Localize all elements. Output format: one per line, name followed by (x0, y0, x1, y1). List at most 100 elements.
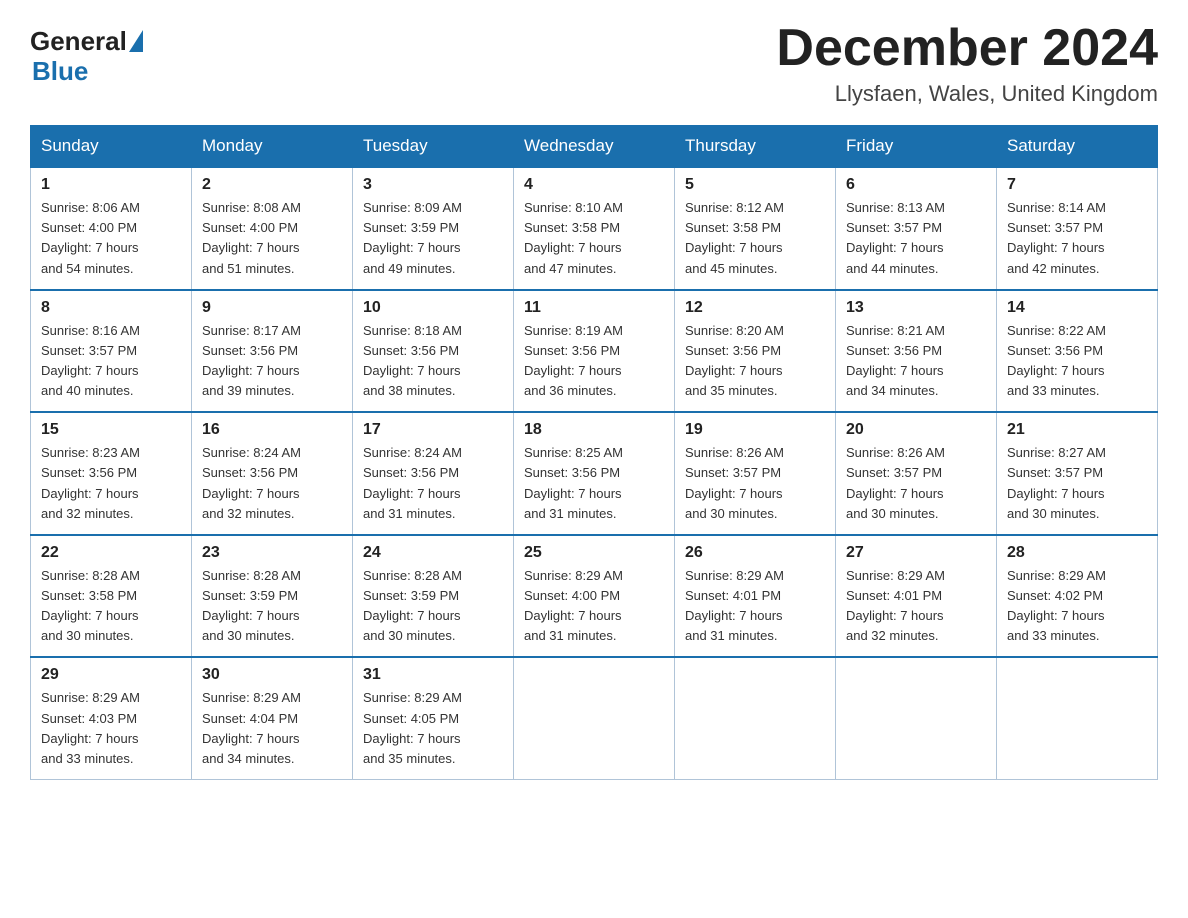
logo-blue-text: Blue (32, 56, 88, 86)
day-number: 24 (363, 544, 503, 562)
day-number: 8 (41, 299, 181, 317)
day-number: 27 (846, 544, 986, 562)
calendar-week-row-5: 29 Sunrise: 8:29 AMSunset: 4:03 PMDayligh… (31, 657, 1158, 779)
calendar-cell: 8 Sunrise: 8:16 AMSunset: 3:57 PMDaylight… (31, 290, 192, 413)
day-info: Sunrise: 8:22 AMSunset: 3:56 PMDaylight:… (1007, 321, 1147, 402)
day-number: 23 (202, 544, 342, 562)
day-number: 19 (685, 421, 825, 439)
day-info: Sunrise: 8:21 AMSunset: 3:56 PMDaylight:… (846, 321, 986, 402)
calendar-cell: 2 Sunrise: 8:08 AMSunset: 4:00 PMDaylight… (192, 167, 353, 290)
calendar-table: Sunday Monday Tuesday Wednesday Thursday… (30, 125, 1158, 780)
day-info: Sunrise: 8:29 AMSunset: 4:01 PMDaylight:… (846, 566, 986, 647)
header-monday: Monday (192, 126, 353, 168)
header-tuesday: Tuesday (353, 126, 514, 168)
calendar-cell: 9 Sunrise: 8:17 AMSunset: 3:56 PMDaylight… (192, 290, 353, 413)
day-info: Sunrise: 8:29 AMSunset: 4:01 PMDaylight:… (685, 566, 825, 647)
calendar-cell: 1 Sunrise: 8:06 AMSunset: 4:00 PMDaylight… (31, 167, 192, 290)
calendar-cell: 19 Sunrise: 8:26 AMSunset: 3:57 PMDayligh… (675, 412, 836, 535)
day-number: 14 (1007, 299, 1147, 317)
month-year-title: December 2024 (776, 20, 1158, 77)
day-info: Sunrise: 8:24 AMSunset: 3:56 PMDaylight:… (363, 443, 503, 524)
day-number: 29 (41, 666, 181, 684)
header-wednesday: Wednesday (514, 126, 675, 168)
calendar-cell: 30 Sunrise: 8:29 AMSunset: 4:04 PMDayligh… (192, 657, 353, 779)
calendar-cell: 21 Sunrise: 8:27 AMSunset: 3:57 PMDayligh… (997, 412, 1158, 535)
day-number: 21 (1007, 421, 1147, 439)
calendar-week-row-4: 22 Sunrise: 8:28 AMSunset: 3:58 PMDayligh… (31, 535, 1158, 658)
calendar-cell: 28 Sunrise: 8:29 AMSunset: 4:02 PMDayligh… (997, 535, 1158, 658)
calendar-cell: 26 Sunrise: 8:29 AMSunset: 4:01 PMDayligh… (675, 535, 836, 658)
day-info: Sunrise: 8:29 AMSunset: 4:05 PMDaylight:… (363, 688, 503, 769)
day-number: 11 (524, 299, 664, 317)
day-info: Sunrise: 8:28 AMSunset: 3:59 PMDaylight:… (202, 566, 342, 647)
day-info: Sunrise: 8:13 AMSunset: 3:57 PMDaylight:… (846, 198, 986, 279)
calendar-cell: 25 Sunrise: 8:29 AMSunset: 4:00 PMDayligh… (514, 535, 675, 658)
day-number: 26 (685, 544, 825, 562)
logo-general-text: General (30, 28, 127, 54)
calendar-week-row-2: 8 Sunrise: 8:16 AMSunset: 3:57 PMDaylight… (31, 290, 1158, 413)
day-number: 2 (202, 176, 342, 194)
day-info: Sunrise: 8:29 AMSunset: 4:03 PMDaylight:… (41, 688, 181, 769)
logo: General Blue (30, 20, 145, 87)
day-number: 25 (524, 544, 664, 562)
day-info: Sunrise: 8:27 AMSunset: 3:57 PMDaylight:… (1007, 443, 1147, 524)
header: General Blue December 2024 Llysfaen, Wal… (30, 20, 1158, 107)
day-number: 15 (41, 421, 181, 439)
day-number: 22 (41, 544, 181, 562)
day-number: 13 (846, 299, 986, 317)
day-number: 31 (363, 666, 503, 684)
calendar-cell (836, 657, 997, 779)
calendar-cell (997, 657, 1158, 779)
calendar-week-row-1: 1 Sunrise: 8:06 AMSunset: 4:00 PMDaylight… (31, 167, 1158, 290)
calendar-cell: 17 Sunrise: 8:24 AMSunset: 3:56 PMDayligh… (353, 412, 514, 535)
calendar-cell: 7Sunrise: 8:14 AMSunset: 3:57 PMDaylight… (997, 167, 1158, 290)
calendar-cell: 18 Sunrise: 8:25 AMSunset: 3:56 PMDayligh… (514, 412, 675, 535)
calendar-cell: 16Sunrise: 8:24 AMSunset: 3:56 PMDayligh… (192, 412, 353, 535)
calendar-cell: 15 Sunrise: 8:23 AMSunset: 3:56 PMDayligh… (31, 412, 192, 535)
calendar-cell: 13 Sunrise: 8:21 AMSunset: 3:56 PMDayligh… (836, 290, 997, 413)
calendar-week-row-3: 15 Sunrise: 8:23 AMSunset: 3:56 PMDayligh… (31, 412, 1158, 535)
day-info: Sunrise: 8:24 AMSunset: 3:56 PMDaylight:… (202, 443, 342, 524)
day-info: Sunrise: 8:08 AMSunset: 4:00 PMDaylight:… (202, 198, 342, 279)
day-info: Sunrise: 8:28 AMSunset: 3:58 PMDaylight:… (41, 566, 181, 647)
day-info: Sunrise: 8:29 AMSunset: 4:00 PMDaylight:… (524, 566, 664, 647)
day-info: Sunrise: 8:29 AMSunset: 4:02 PMDaylight:… (1007, 566, 1147, 647)
day-info: Sunrise: 8:17 AMSunset: 3:56 PMDaylight:… (202, 321, 342, 402)
day-number: 6 (846, 176, 986, 194)
location-subtitle: Llysfaen, Wales, United Kingdom (776, 81, 1158, 107)
title-area: December 2024 Llysfaen, Wales, United Ki… (776, 20, 1158, 107)
day-info: Sunrise: 8:23 AMSunset: 3:56 PMDaylight:… (41, 443, 181, 524)
day-info: Sunrise: 8:09 AMSunset: 3:59 PMDaylight:… (363, 198, 503, 279)
header-friday: Friday (836, 126, 997, 168)
day-info: Sunrise: 8:19 AMSunset: 3:56 PMDaylight:… (524, 321, 664, 402)
day-number: 1 (41, 176, 181, 194)
day-number: 7 (1007, 176, 1147, 194)
header-saturday: Saturday (997, 126, 1158, 168)
calendar-cell (675, 657, 836, 779)
day-number: 9 (202, 299, 342, 317)
day-info: Sunrise: 8:20 AMSunset: 3:56 PMDaylight:… (685, 321, 825, 402)
day-info: Sunrise: 8:12 AMSunset: 3:58 PMDaylight:… (685, 198, 825, 279)
day-number: 30 (202, 666, 342, 684)
day-info: Sunrise: 8:18 AMSunset: 3:56 PMDaylight:… (363, 321, 503, 402)
calendar-cell: 11 Sunrise: 8:19 AMSunset: 3:56 PMDayligh… (514, 290, 675, 413)
calendar-cell: 10Sunrise: 8:18 AMSunset: 3:56 PMDayligh… (353, 290, 514, 413)
calendar-cell: 5 Sunrise: 8:12 AMSunset: 3:58 PMDaylight… (675, 167, 836, 290)
day-number: 5 (685, 176, 825, 194)
day-number: 18 (524, 421, 664, 439)
calendar-cell: 3Sunrise: 8:09 AMSunset: 3:59 PMDaylight… (353, 167, 514, 290)
calendar-cell: 31 Sunrise: 8:29 AMSunset: 4:05 PMDayligh… (353, 657, 514, 779)
day-info: Sunrise: 8:26 AMSunset: 3:57 PMDaylight:… (685, 443, 825, 524)
logo-triangle-icon (129, 30, 143, 52)
day-info: Sunrise: 8:29 AMSunset: 4:04 PMDaylight:… (202, 688, 342, 769)
day-info: Sunrise: 8:28 AMSunset: 3:59 PMDaylight:… (363, 566, 503, 647)
day-number: 17 (363, 421, 503, 439)
calendar-cell: 29 Sunrise: 8:29 AMSunset: 4:03 PMDayligh… (31, 657, 192, 779)
calendar-cell: 27 Sunrise: 8:29 AMSunset: 4:01 PMDayligh… (836, 535, 997, 658)
day-info: Sunrise: 8:26 AMSunset: 3:57 PMDaylight:… (846, 443, 986, 524)
day-info: Sunrise: 8:25 AMSunset: 3:56 PMDaylight:… (524, 443, 664, 524)
day-info: Sunrise: 8:06 AMSunset: 4:00 PMDaylight:… (41, 198, 181, 279)
day-number: 28 (1007, 544, 1147, 562)
calendar-cell: 24 Sunrise: 8:28 AMSunset: 3:59 PMDayligh… (353, 535, 514, 658)
day-info: Sunrise: 8:16 AMSunset: 3:57 PMDaylight:… (41, 321, 181, 402)
